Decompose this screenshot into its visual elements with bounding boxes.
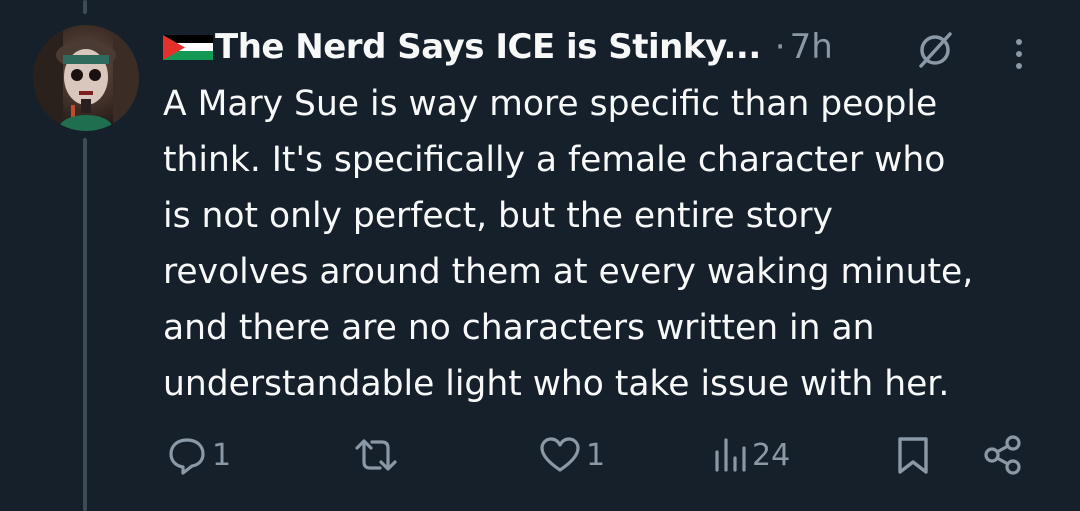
reply-count: 1 xyxy=(212,437,232,473)
grok-icon[interactable] xyxy=(913,28,957,72)
reply-icon xyxy=(169,438,205,475)
tweet-body: A Mary Sue is way more specific than peo… xyxy=(163,76,1063,412)
action-bar: 1 1 24 xyxy=(0,420,1080,490)
bookmark-icon xyxy=(898,437,928,474)
tweet-body-line: think. It's specifically a female charac… xyxy=(163,140,946,180)
display-name[interactable]: The Nerd Says ICE is Stinky... xyxy=(215,27,761,67)
like-button[interactable]: 1 xyxy=(538,420,605,490)
reply-button[interactable]: 1 xyxy=(166,420,231,490)
tweet-header: The Nerd Says ICE is Stinky... · 7h xyxy=(163,18,1063,76)
share-button[interactable] xyxy=(982,420,1024,490)
views-count: 24 xyxy=(752,437,791,473)
tweet-body-line: is not only perfect, but the entire stor… xyxy=(163,196,833,236)
palestine-flag-icon xyxy=(163,32,213,60)
views-icon xyxy=(715,438,746,472)
views-button[interactable]: 24 xyxy=(712,420,790,490)
bookmark-button[interactable] xyxy=(895,420,931,490)
avatar[interactable] xyxy=(33,25,139,131)
retweet-button[interactable] xyxy=(352,420,400,490)
tweet-body-line: A Mary Sue is way more specific than peo… xyxy=(163,84,938,124)
timestamp[interactable]: 7h xyxy=(790,27,833,67)
thread-line-top xyxy=(83,0,87,14)
header-separator: · xyxy=(774,27,786,67)
avatar-image xyxy=(33,25,139,131)
share-icon xyxy=(984,435,1021,475)
like-count: 1 xyxy=(586,437,606,473)
tweet-body-line: understandable light who take issue with… xyxy=(163,364,950,404)
tweet-body-line: and there are no characters written in a… xyxy=(163,308,875,348)
retweet-icon xyxy=(355,439,397,471)
tweet-body-line: revolves around them at every waking min… xyxy=(163,252,974,292)
heart-icon xyxy=(540,437,580,472)
more-vertical-icon[interactable] xyxy=(1013,36,1025,72)
